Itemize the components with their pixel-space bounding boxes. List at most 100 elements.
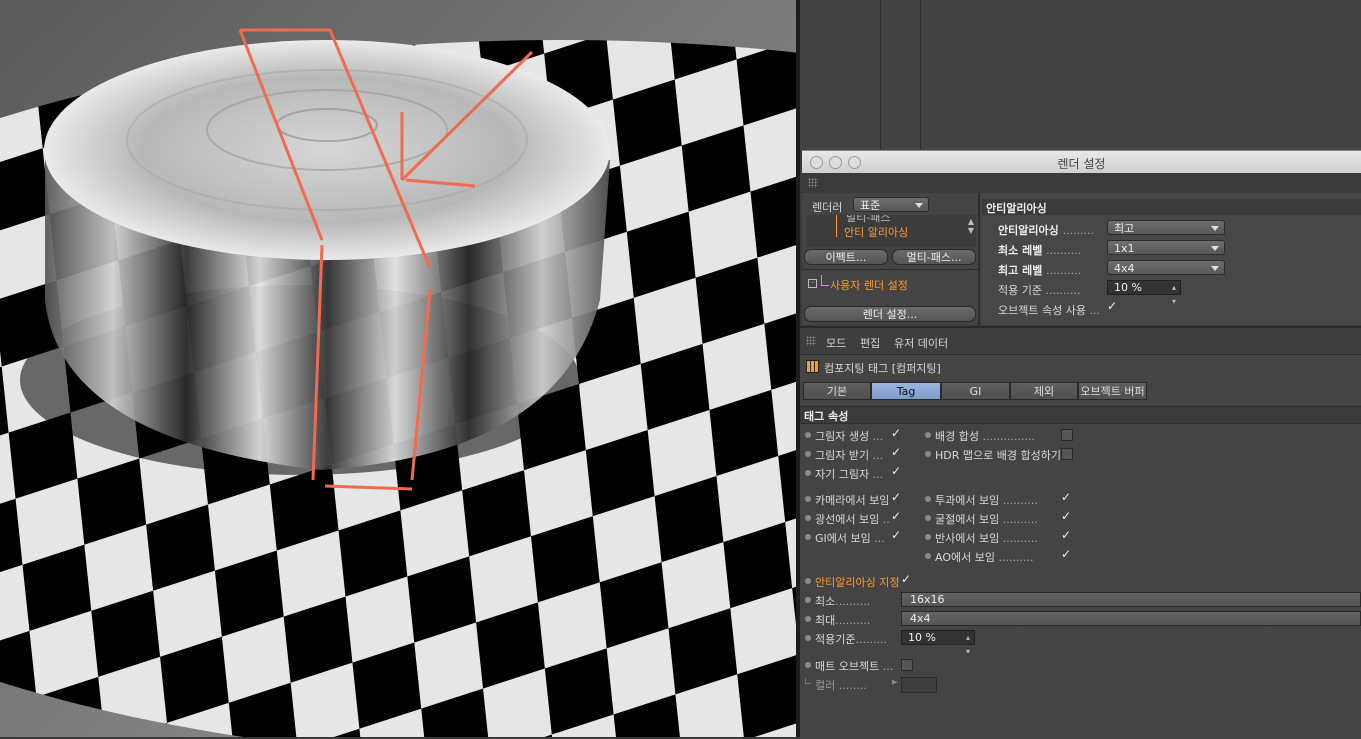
menu-mode[interactable]: 모드 xyxy=(826,335,846,351)
hdr-background-checkbox[interactable] xyxy=(1061,448,1073,460)
keyframe-dot-icon[interactable] xyxy=(805,616,811,622)
keyframe-dot-icon[interactable] xyxy=(805,578,811,584)
keyframe-dot-icon[interactable] xyxy=(805,597,811,603)
keyframe-dot-icon[interactable] xyxy=(805,496,811,502)
keyframe-dot-icon[interactable] xyxy=(925,432,931,438)
aa-override-checkbox[interactable]: ✓ xyxy=(901,572,911,586)
keyframe-dot-icon[interactable] xyxy=(925,451,931,457)
scroll-arrows-icon[interactable]: ▲ ▼ xyxy=(968,217,974,235)
min-level-value: 1x1 xyxy=(1114,242,1135,255)
antialiasing-select[interactable]: 최고 xyxy=(1107,220,1225,235)
use-object-props-label: 오브젝트 속성 사용 ... xyxy=(998,304,1100,317)
section-title: 안티알리아싱 xyxy=(986,202,1047,215)
tree-connector xyxy=(821,285,829,286)
tag-properties-header: 태그 속성 xyxy=(800,406,1361,424)
cast-shadows-checkbox[interactable]: ✓ xyxy=(891,426,901,440)
window-titlebar[interactable]: 렌더 설정 xyxy=(802,151,1361,173)
keyframe-dot-icon[interactable] xyxy=(805,515,811,521)
aa-threshold-input[interactable]: 10 % ▴ ▾ xyxy=(901,630,975,656)
expand-arrow-icon[interactable]: ▶ xyxy=(892,678,897,686)
seen-by-refraction-checkbox[interactable]: ✓ xyxy=(1061,509,1071,523)
keyframe-dot-icon[interactable] xyxy=(805,451,811,457)
tree-item-antialiasing[interactable]: 안티 알리아싱 xyxy=(844,224,908,240)
tab-object-buffer[interactable]: 오브젝트 버퍼 xyxy=(1078,382,1147,400)
renderer-label: 렌더러 xyxy=(812,201,843,214)
3d-viewport[interactable] xyxy=(0,0,796,737)
window-title: 렌더 설정 xyxy=(1057,157,1106,171)
compositing-background-label: 배경 합성 ............... xyxy=(935,430,1035,443)
effects-button[interactable]: 이펙트... xyxy=(804,249,888,265)
threshold-input[interactable]: 10 % ▴ ▾ xyxy=(1107,280,1181,306)
column-divider xyxy=(880,0,881,150)
renderer-select[interactable]: 표준 xyxy=(853,197,929,212)
keyframe-dot-icon[interactable] xyxy=(805,662,811,668)
tree-connector xyxy=(821,275,822,285)
threshold-label: 적용 기준 .......... xyxy=(998,284,1081,297)
window-grip[interactable] xyxy=(802,173,1361,193)
custom-render-settings[interactable]: 사용자 렌더 설정 xyxy=(830,277,908,293)
object-manager-area xyxy=(800,0,1361,150)
color-label: 컬러 ........ xyxy=(815,679,867,692)
receive-shadows-checkbox[interactable]: ✓ xyxy=(891,445,901,459)
keyframe-dot-icon[interactable] xyxy=(805,534,811,540)
seen-by-gi-checkbox[interactable]: ✓ xyxy=(891,528,901,542)
matte-object-label: 매트 오브젝트 ... xyxy=(815,660,894,673)
keyframe-dot-icon[interactable] xyxy=(925,496,931,502)
max-level-label: 최고 레벨 .......... xyxy=(998,264,1082,277)
keyframe-dot-icon[interactable] xyxy=(805,635,811,641)
keyframe-dot-icon[interactable] xyxy=(805,432,811,438)
max-level-select[interactable]: 4x4 xyxy=(1107,260,1225,275)
chevron-down-icon xyxy=(1211,226,1219,231)
self-shadowing-label: 자기 그림자 ... xyxy=(815,468,884,481)
keyframe-dot-icon[interactable] xyxy=(805,470,811,476)
divider xyxy=(802,269,978,270)
hdr-background-label: HDR 맵으로 배경 합성하기 xyxy=(935,449,1061,462)
color-swatch[interactable] xyxy=(901,677,937,693)
menu-user-data[interactable]: 유저 데이터 xyxy=(894,335,948,351)
chevron-down-icon xyxy=(915,203,923,208)
render-settings-sidebar: 렌더러 표준 멀티-패스 안티 알리아싱 ▲ ▼ 이펙트... 멀티-패스... … xyxy=(802,193,980,325)
cast-shadows-label: 그림자 생성 ... xyxy=(815,430,884,443)
tab-tag[interactable]: Tag xyxy=(871,382,941,400)
seen-by-rays-label: 광선에서 보임 .. xyxy=(815,513,890,526)
grip-icon xyxy=(806,336,816,346)
keyframe-dot-icon[interactable] xyxy=(925,534,931,540)
self-shadowing-checkbox[interactable]: ✓ xyxy=(891,464,901,478)
tab-gi[interactable]: GI xyxy=(941,382,1010,400)
compositing-background-checkbox[interactable] xyxy=(1061,429,1073,441)
matte-object-checkbox[interactable] xyxy=(901,659,913,671)
seen-by-ao-checkbox[interactable]: ✓ xyxy=(1061,547,1071,561)
seen-by-rays-checkbox[interactable]: ✓ xyxy=(891,509,901,523)
tag-title-row: 컴포지팅 태그 [컴퍼지팅] xyxy=(800,356,1361,376)
max-level-value: 4x4 xyxy=(1114,262,1135,275)
seen-by-reflection-label: 반사에서 보임 .......... xyxy=(935,532,1038,545)
seen-by-camera-label: 카메라에서 보임 xyxy=(815,494,890,507)
menu-edit[interactable]: 편집 xyxy=(860,335,880,351)
expand-icon[interactable]: · xyxy=(808,279,817,288)
antialiasing-label: 안티알리아싱 ......... xyxy=(998,224,1095,237)
aa-min-select[interactable]: 16x16 xyxy=(901,592,1361,607)
keyframe-dot-icon[interactable] xyxy=(925,553,931,559)
receive-shadows-label: 그림자 받기 ... xyxy=(815,449,884,462)
seen-by-gi-label: GI에서 보임 ... xyxy=(815,532,885,545)
min-level-select[interactable]: 1x1 xyxy=(1107,240,1225,255)
stepper-icon[interactable]: ▴ ▾ xyxy=(1172,281,1176,309)
multipass-button[interactable]: 멀티-패스... xyxy=(892,249,976,265)
compositing-tag-icon xyxy=(806,360,819,373)
tab-exclusion[interactable]: 제외 xyxy=(1010,382,1078,400)
column-divider xyxy=(920,0,921,150)
threshold-value: 10 % xyxy=(1114,281,1142,294)
keyframe-dot-icon[interactable] xyxy=(925,515,931,521)
stepper-icon[interactable]: ▴ ▾ xyxy=(966,631,970,659)
section-title: 태그 속성 xyxy=(804,410,849,423)
render-settings-button[interactable]: 렌더 설정... xyxy=(804,306,976,322)
chevron-down-icon xyxy=(1211,266,1219,271)
use-object-props-checkbox[interactable]: ✓ xyxy=(1107,299,1117,313)
tab-basic[interactable]: 기본 xyxy=(803,382,871,400)
aa-max-select[interactable]: 4x4 xyxy=(901,611,1361,626)
grip-icon xyxy=(808,178,818,188)
seen-by-reflection-checkbox[interactable]: ✓ xyxy=(1061,528,1071,542)
tree-connector xyxy=(836,215,837,237)
seen-by-transparency-checkbox[interactable]: ✓ xyxy=(1061,490,1071,504)
seen-by-camera-checkbox[interactable]: ✓ xyxy=(891,490,901,504)
